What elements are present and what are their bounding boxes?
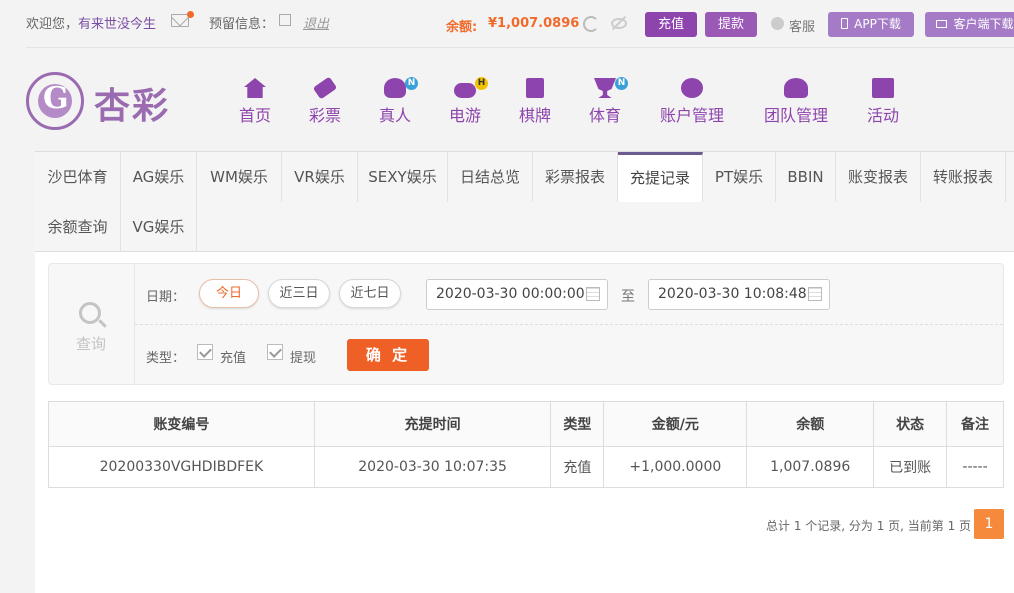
- new-badge: N: [615, 77, 628, 90]
- tab-vg[interactable]: VG娱乐: [121, 202, 197, 252]
- today-button[interactable]: 今日: [199, 279, 259, 308]
- records-table: 账变编号 充提时间 类型 金额/元 余额 状态 备注 20200330VGHDI…: [48, 401, 1004, 488]
- tab-deposit-withdraw[interactable]: 充提记录: [618, 152, 703, 202]
- to-label: 至: [621, 289, 635, 305]
- cell-balance: 1,007.0896: [746, 446, 875, 488]
- nav-chess[interactable]: 棋牌: [518, 78, 552, 126]
- team-icon: [784, 78, 808, 98]
- recharge-checkbox-label[interactable]: 充值: [220, 347, 246, 366]
- logo-text[interactable]: 杏彩: [94, 77, 170, 129]
- new-badge: N: [405, 77, 418, 90]
- tab-lottery-report[interactable]: 彩票报表: [533, 152, 618, 202]
- nav-account[interactable]: 账户管理: [658, 78, 726, 126]
- username-link[interactable]: 有来世没今生: [78, 17, 156, 32]
- tab-sexy[interactable]: SEXY娱乐: [358, 152, 448, 202]
- col-header-amount: 金额/元: [603, 401, 748, 447]
- cell-status: 已到账: [873, 446, 948, 488]
- tab-pt[interactable]: PT娱乐: [703, 152, 776, 202]
- home-icon: [244, 78, 266, 98]
- start-date-input[interactable]: 2020-03-30 00:00:00: [426, 279, 608, 310]
- col-header-note: 备注: [946, 401, 1004, 447]
- nav-live[interactable]: N 真人: [378, 77, 418, 126]
- yen-coin-icon: [681, 78, 703, 98]
- recharge-checkbox[interactable]: [197, 344, 213, 360]
- customer-service-link[interactable]: 客服: [789, 16, 815, 35]
- query-section: 查询: [49, 264, 135, 384]
- calendar-icon[interactable]: [586, 287, 600, 301]
- date-label: 日期：: [146, 290, 186, 305]
- balance-label: 余额:: [446, 20, 478, 35]
- phone-icon: [841, 18, 849, 29]
- nav-egame[interactable]: H 电游: [448, 77, 488, 126]
- tab-daily-summary[interactable]: 日结总览: [448, 152, 533, 202]
- col-header-type: 类型: [550, 401, 605, 447]
- col-header-balance: 余额: [746, 401, 875, 447]
- refresh-icon[interactable]: [583, 16, 599, 32]
- app-download-button[interactable]: APP下载: [828, 12, 914, 37]
- withdraw-button[interactable]: 提款: [705, 12, 757, 37]
- seven-days-button[interactable]: 近七日: [339, 279, 401, 308]
- tab-balance-change[interactable]: 账变报表: [836, 152, 921, 202]
- tab-saba-sports[interactable]: 沙巴体育: [35, 152, 121, 202]
- query-label: 查询: [76, 335, 107, 353]
- logo-emblem-icon[interactable]: [26, 72, 84, 130]
- page-button[interactable]: 1: [974, 509, 1004, 539]
- welcome-text: 欢迎您，有来世没今生: [26, 17, 157, 32]
- calendar-icon[interactable]: [808, 287, 822, 301]
- table-header-row: 账变编号 充提时间 类型 金额/元 余额 状态 备注: [48, 401, 1004, 447]
- table-row: 20200330VGHDIBDFEK 2020-03-30 10:07:35 充…: [48, 446, 1004, 488]
- logout-link[interactable]: 退出: [303, 13, 329, 32]
- client-download-button[interactable]: 客户端下载: [925, 12, 1014, 37]
- top-bar: 欢迎您，有来世没今生 预留信息： 退出 余额: ¥1,007.0896 充值 提…: [0, 0, 1014, 46]
- lottery-ticket-icon: [312, 76, 338, 100]
- customer-service-icon[interactable]: [771, 17, 784, 30]
- tab-ag[interactable]: AG娱乐: [121, 152, 197, 202]
- three-days-button[interactable]: 近三日: [268, 279, 330, 308]
- confirm-button[interactable]: 确 定: [347, 339, 429, 371]
- recharge-button[interactable]: 充值: [645, 12, 697, 37]
- mail-icon[interactable]: [171, 14, 189, 27]
- nav-sports[interactable]: N 体育: [588, 77, 628, 126]
- filter-panel: 查询 日期： 今日 近三日 近七日 2020-03-30 00:00:00 至 …: [48, 263, 1004, 385]
- edit-icon[interactable]: [279, 14, 291, 26]
- cell-note: -----: [946, 446, 1004, 488]
- withdraw-checkbox[interactable]: [267, 344, 283, 360]
- nav-home[interactable]: 首页: [238, 78, 272, 126]
- end-date-input[interactable]: 2020-03-30 10:08:48: [648, 279, 830, 310]
- divider: [135, 324, 1003, 325]
- tab-bbin[interactable]: BBIN: [776, 152, 836, 202]
- nav-team[interactable]: 团队管理: [762, 78, 830, 126]
- col-header-id: 账变编号: [48, 401, 315, 447]
- tab-wm[interactable]: WM娱乐: [197, 152, 282, 202]
- withdraw-checkbox-label[interactable]: 提现: [290, 347, 316, 366]
- unread-dot-icon: [187, 11, 194, 18]
- gift-icon: [872, 78, 894, 98]
- gamepad-icon: [454, 83, 476, 98]
- desktop-icon: [936, 20, 948, 28]
- live-dealer-icon: [384, 78, 406, 98]
- trophy-icon: [594, 78, 616, 98]
- col-header-status: 状态: [873, 401, 948, 447]
- cell-amount: +1,000.0000: [603, 446, 748, 488]
- nav-lottery[interactable]: 彩票: [308, 76, 342, 126]
- hide-balance-icon[interactable]: [611, 18, 627, 29]
- tab-vr[interactable]: VR娱乐: [282, 152, 358, 202]
- divider: [26, 47, 1014, 48]
- balance-value: ¥1,007.0896: [488, 16, 580, 31]
- hot-badge: H: [475, 77, 488, 90]
- type-label: 类型：: [146, 351, 186, 366]
- cards-icon: [526, 78, 544, 98]
- nav-promo[interactable]: 活动: [866, 78, 900, 126]
- tab-balance-query[interactable]: 余额查询: [35, 202, 121, 252]
- cell-id: 20200330VGHDIBDFEK: [48, 446, 315, 488]
- search-icon: [79, 302, 101, 324]
- pagination-summary: 总计 1 个记录, 分为 1 页, 当前第 1 页: [766, 519, 972, 533]
- tab-transfer-report[interactable]: 转账报表: [921, 152, 1006, 202]
- reserve-info-label: 预留信息：: [209, 17, 275, 32]
- cell-time: 2020-03-30 10:07:35: [313, 446, 552, 488]
- col-header-time: 充提时间: [313, 401, 552, 447]
- cell-type: 充值: [550, 446, 605, 488]
